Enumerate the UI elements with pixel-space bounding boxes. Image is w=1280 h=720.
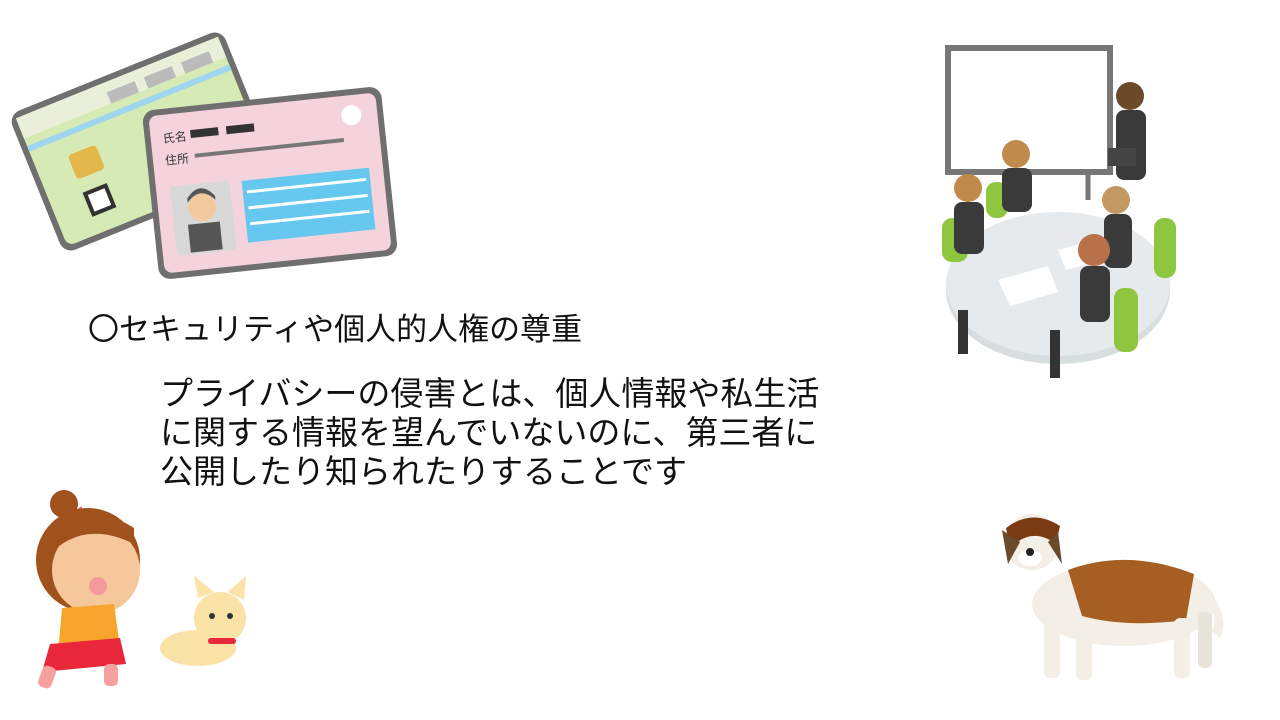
dog-illustration [1002,514,1224,680]
body-text: プライバシーの侵害とは、個人情報や私生活 に関する情報を望んでいないのに、第三者… [160,374,920,491]
heading: 〇セキュリティや個人的人権の尊重 [88,312,583,348]
body-line: に関する情報を望んでいないのに、第三者に [160,413,818,452]
id-cards-illustration: 氏名 住所 [11,32,398,279]
card-name-label: 氏名 [162,128,187,145]
body-line: プライバシーの侵害とは、個人情報や私生活 [160,374,820,413]
meeting-illustration [942,45,1176,378]
front-card: 氏名 住所 [142,87,398,279]
card-address-label: 住所 [164,151,189,167]
body-line: 公開したり知られたりすることです [160,452,688,491]
girl-with-puppy-illustration [36,490,246,689]
